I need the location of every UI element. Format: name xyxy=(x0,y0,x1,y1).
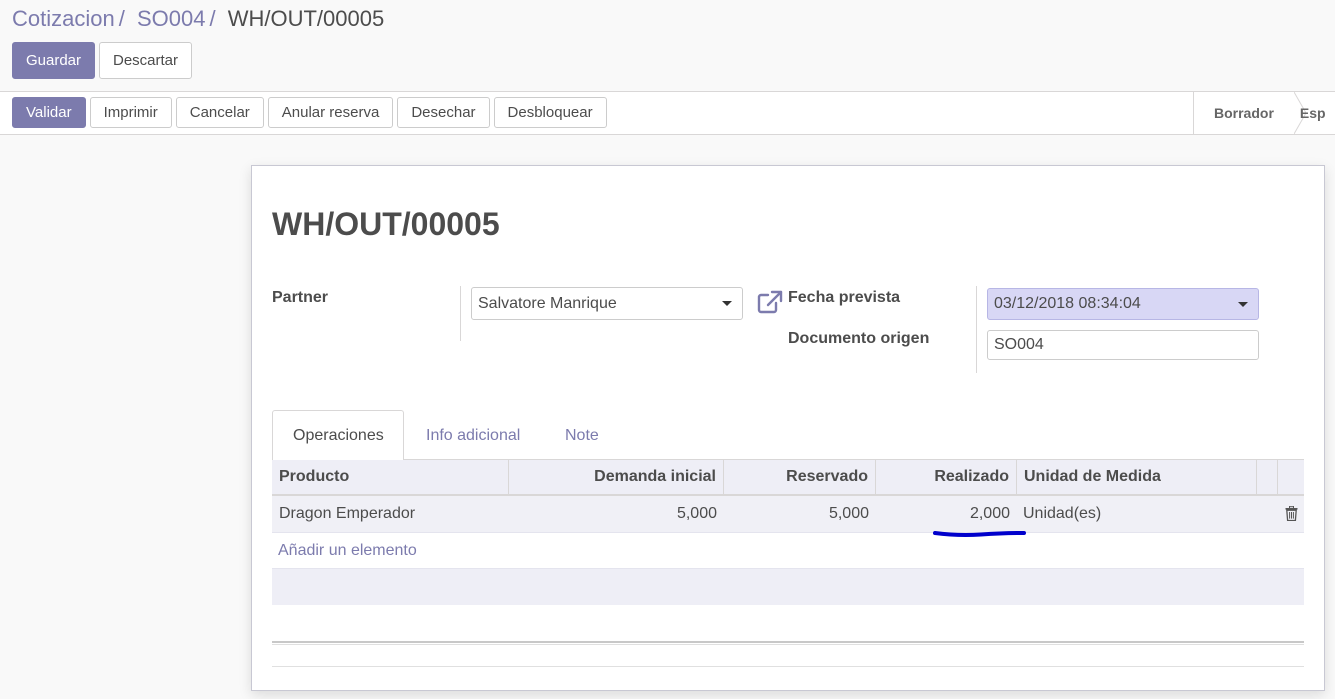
discard-button[interactable]: Descartar xyxy=(99,42,192,79)
cell-uom[interactable]: Unidad(es) xyxy=(1016,496,1256,532)
breadcrumb-link-cotizacion[interactable]: Cotizacion xyxy=(12,6,115,31)
breadcrumb-current: WH/OUT/00005 xyxy=(227,6,385,31)
cell-product[interactable]: Dragon Emperador xyxy=(272,496,509,532)
statusbar: Validar Imprimir Cancelar Anular reserva… xyxy=(0,92,1335,135)
tab-operaciones[interactable]: Operaciones xyxy=(272,410,404,461)
origin-value: SO004 xyxy=(994,336,1044,353)
column-header-product[interactable]: Producto xyxy=(272,460,509,494)
column-header-done[interactable]: Realizado xyxy=(876,460,1017,494)
status-steps: Borrador Esp xyxy=(1193,92,1335,134)
operations-table: Producto Demanda inicial Reservado Reali… xyxy=(272,460,1304,667)
partner-label: Partner xyxy=(272,289,329,306)
form-sheet: WH/OUT/00005 Partner Salvatore Manrique … xyxy=(251,165,1325,691)
column-header-uom[interactable]: Unidad de Medida xyxy=(1017,460,1257,494)
breadcrumb-link-so004[interactable]: SO004 xyxy=(137,6,206,31)
table-row[interactable]: Dragon Emperador 5,000 5,000 2,000 Unida… xyxy=(272,496,1304,533)
origin-label: Documento origen xyxy=(788,330,930,347)
annotation-underline xyxy=(933,531,1026,537)
empty-row xyxy=(272,569,1304,605)
column-header-reserved[interactable]: Reservado xyxy=(724,460,876,494)
cancel-button[interactable]: Cancelar xyxy=(175,97,264,128)
column-header-initial-demand[interactable]: Demanda inicial xyxy=(509,460,724,494)
cell-initial-demand[interactable]: 5,000 xyxy=(509,496,724,532)
column-header-actions xyxy=(1257,460,1278,494)
scrap-button[interactable]: Desechar xyxy=(397,97,490,128)
breadcrumb-separator: / xyxy=(118,6,125,31)
tab-info-adicional[interactable]: Info adicional xyxy=(406,410,540,461)
chevron-down-icon xyxy=(722,301,732,306)
group-divider xyxy=(976,286,977,373)
status-step-waiting[interactable]: Esp xyxy=(1294,92,1335,134)
chevron-down-icon xyxy=(1238,302,1248,307)
tab-note[interactable]: Note xyxy=(545,410,619,461)
statusbar-buttons: Validar Imprimir Cancelar Anular reserva… xyxy=(12,97,607,128)
save-button[interactable]: Guardar xyxy=(12,42,95,79)
unlock-button[interactable]: Desbloquear xyxy=(493,97,607,128)
add-line-row: Añadir un elemento xyxy=(272,533,1304,569)
external-link-icon[interactable] xyxy=(757,290,783,314)
breadcrumb: Cotizacion / SO004/ WH/OUT/00005 xyxy=(12,6,384,32)
breadcrumb-separator: / xyxy=(209,6,216,31)
cell-reserved[interactable]: 5,000 xyxy=(724,496,876,532)
group-divider xyxy=(460,286,461,341)
add-line-link[interactable]: Añadir un elemento xyxy=(278,542,417,560)
record-title: WH/OUT/00005 xyxy=(272,206,500,242)
scheduled-date-label: Fecha prevista xyxy=(788,289,901,306)
scheduled-date-field[interactable]: 03/12/2018 08:34:04 xyxy=(987,288,1259,320)
origin-field[interactable]: SO004 xyxy=(987,330,1259,360)
partner-select[interactable]: Salvatore Manrique xyxy=(471,287,743,320)
table-spacer xyxy=(272,605,1304,641)
partner-value: Salvatore Manrique xyxy=(478,294,617,312)
notebook-tabs: Operaciones Info adicional Note xyxy=(272,410,1304,461)
scheduled-date-value: 03/12/2018 08:34:04 xyxy=(994,295,1141,312)
table-footer-line xyxy=(272,645,1304,667)
table-header: Producto Demanda inicial Reservado Reali… xyxy=(272,460,1304,496)
print-button[interactable]: Imprimir xyxy=(89,97,172,128)
status-step-draft[interactable]: Borrador xyxy=(1194,92,1294,134)
control-panel: Cotizacion / SO004/ WH/OUT/00005 Guardar … xyxy=(0,0,1335,92)
unreserve-button[interactable]: Anular reserva xyxy=(267,97,394,128)
validate-button[interactable]: Validar xyxy=(12,97,86,128)
trash-icon[interactable] xyxy=(1285,506,1298,521)
